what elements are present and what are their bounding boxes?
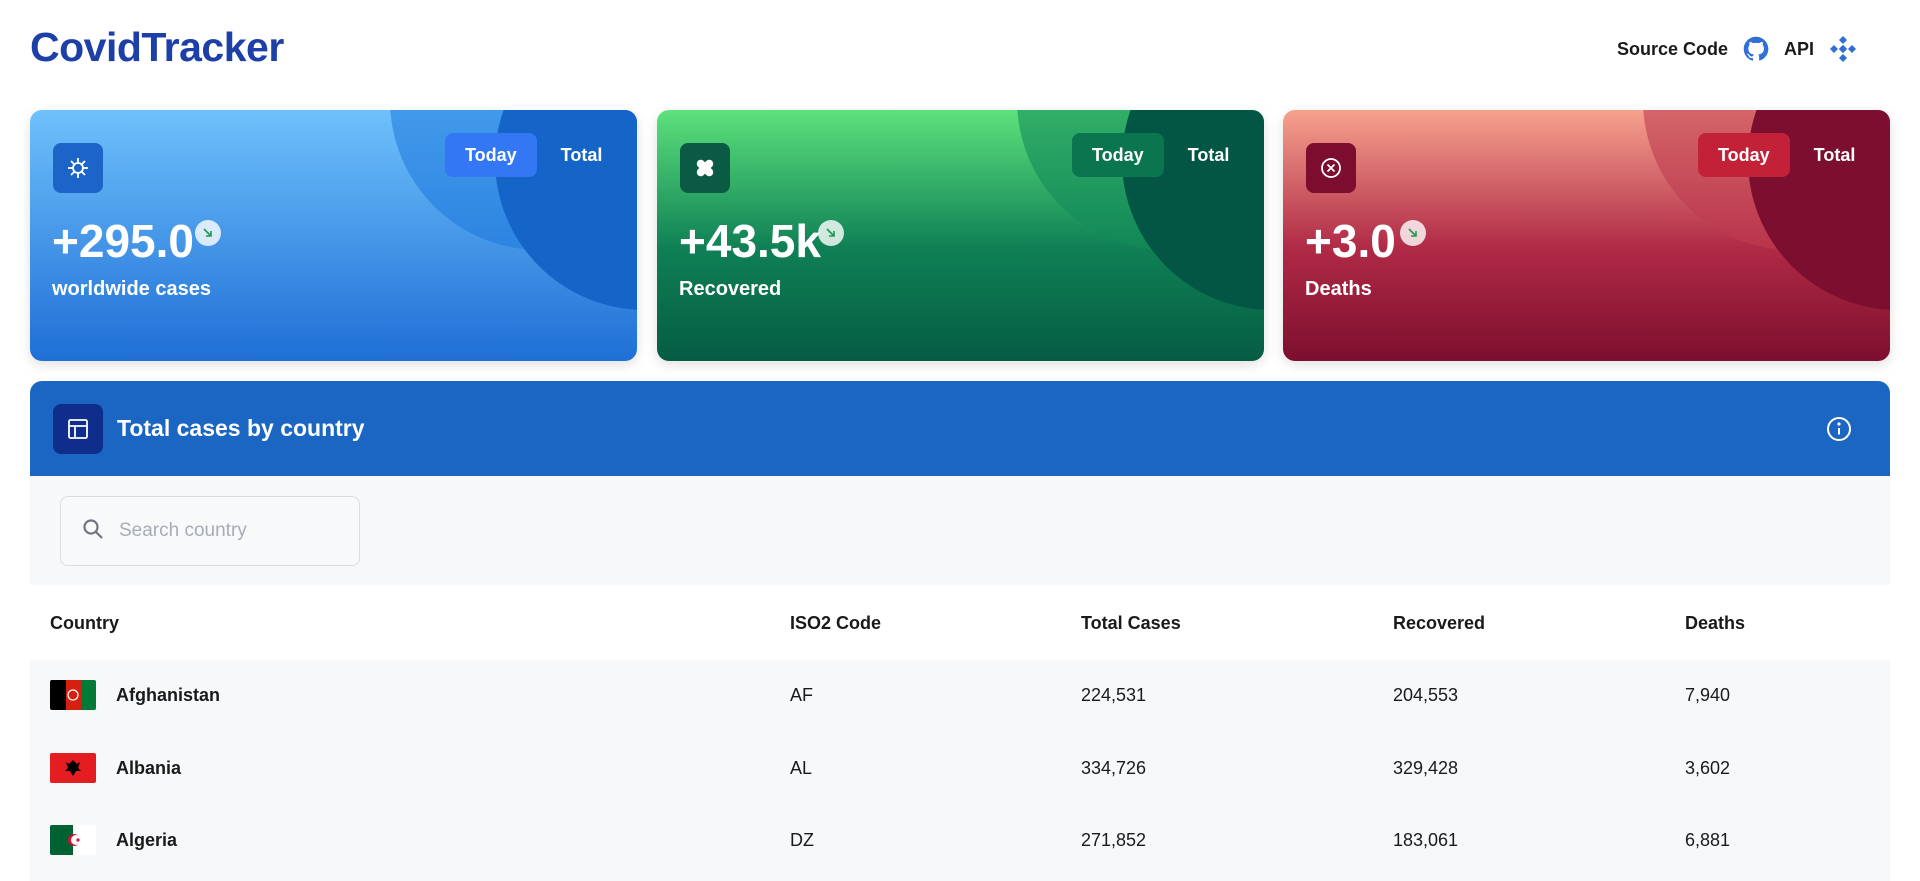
total-cases: 224,531 [1081,685,1147,705]
deaths-count: 3,602 [1685,758,1731,778]
deaths-card: Today Total +3.0 Deaths [1283,110,1890,361]
x-circle-icon [1306,143,1356,193]
header-total-cases[interactable]: Total Cases [1081,613,1181,634]
recovered-count: 329,428 [1393,758,1459,778]
trend-down-icon [818,220,844,246]
flag-albania-icon [50,753,96,783]
country-name: Albania [116,758,182,778]
table-row[interactable]: Afghanistan AF 224,531 204,553 7,940 [30,659,1890,731]
header-iso2[interactable]: ISO2 Code [790,613,881,634]
total-button[interactable]: Total [1794,133,1876,177]
recovered-toggle: Today Total [1072,133,1249,177]
today-button[interactable]: Today [445,133,537,177]
panel-title: Total cases by country [117,415,365,441]
search-icon [81,517,105,546]
top-links: Source Code API [1617,34,1858,64]
table-header-row: Country ISO2 Code Total Cases Recovered … [30,585,1890,660]
api-link[interactable]: API [1784,34,1858,64]
table-row[interactable]: Albania AL 334,726 329,428 3,602 [30,732,1890,804]
flag-afghanistan-icon [50,680,96,710]
trend-down-icon [1400,220,1426,246]
github-icon [1742,35,1770,63]
cases-label: worldwide cases [52,278,211,300]
search-input[interactable] [119,520,349,542]
total-button[interactable]: Total [541,133,623,177]
search-box[interactable] [60,496,360,566]
recovered-count: 183,061 [1393,830,1459,850]
brand-title[interactable]: CovidTracker [30,24,284,71]
recovered-label: Recovered [679,278,782,300]
api-icon [1828,34,1858,64]
iso2-code: DZ [790,830,814,850]
info-icon[interactable] [1826,416,1852,447]
iso2-code: AL [790,758,813,778]
cases-toggle: Today Total [445,133,622,177]
deaths-toggle: Today Total [1698,133,1875,177]
recovered-value: +43.5k [679,215,821,267]
header-deaths[interactable]: Deaths [1685,613,1745,634]
iso2-code: AF [790,685,814,705]
country-name: Afghanistan [116,685,221,705]
today-button[interactable]: Today [1698,133,1790,177]
api-label: API [1783,38,1814,59]
header-country[interactable]: Country [50,613,119,634]
deaths-label: Deaths [1305,278,1372,300]
deaths-count: 7,940 [1685,685,1731,705]
total-button[interactable]: Total [1168,133,1250,177]
cases-value: +295.0 [52,215,194,267]
country-name: Algeria [116,830,178,850]
total-cases: 271,852 [1081,830,1147,850]
header-recovered[interactable]: Recovered [1393,613,1485,634]
deaths-count: 6,881 [1685,830,1731,850]
recovered-count: 204,553 [1393,685,1459,705]
source-code-label: Source Code [1616,38,1728,59]
table-icon [53,404,103,454]
source-code-link[interactable]: Source Code [1617,35,1770,63]
table-row[interactable]: Algeria DZ 271,852 183,061 6,881 [30,804,1890,876]
bandage-icon [680,143,730,193]
virus-icon [53,143,103,193]
today-button[interactable]: Today [1072,133,1164,177]
cases-card: Today Total +295.0 worldwide cases [30,110,637,361]
recovered-card: Today Total +43.5k Recovered [657,110,1264,361]
trend-down-icon [195,220,221,246]
total-cases: 334,726 [1081,758,1147,778]
top-bar: CovidTracker Source Code API [0,0,1920,100]
flag-algeria-icon [50,825,96,855]
country-table-panel: Total cases by country Country ISO2 Code… [30,381,1890,881]
panel-header: Total cases by country [30,381,1890,476]
deaths-value: +3.0 [1305,215,1396,267]
